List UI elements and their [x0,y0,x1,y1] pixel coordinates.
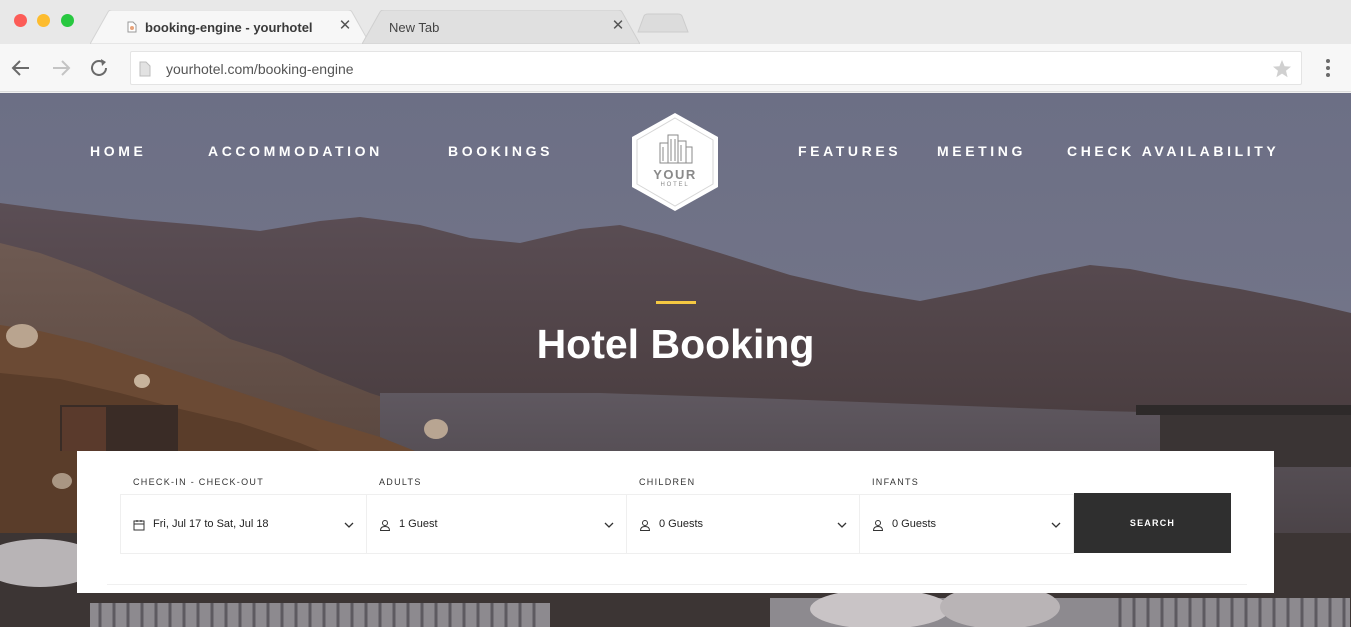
infants-label: INFANTS [872,477,920,487]
page-favicon-icon [127,21,137,33]
tab-title: New Tab [389,20,440,35]
date-range-value: Fri, Jul 17 to Sat, Jul 18 [153,518,269,530]
browser-tab-bar: booking-engine - yourhotel ✕ New Tab ✕ [0,0,1351,44]
booking-form: CHECK-IN - CHECK-OUT ADULTS CHILDREN INF… [77,451,1274,593]
dates-label: CHECK-IN - CHECK-OUT [133,477,264,487]
browser-toolbar: yourhotel.com/booking-engine [0,44,1351,92]
window-minimize-button[interactable] [37,14,50,27]
children-select[interactable]: 0 Guests [627,494,860,554]
hero-section: HOME ACCOMMODATION BOOKINGS YOUR HOTEL F… [0,93,1351,627]
hexagon-logo-icon [632,113,718,211]
new-tab-button[interactable] [634,10,690,44]
close-icon[interactable]: ✕ [610,17,626,34]
children-value: 0 Guests [659,518,704,530]
nav-link-accommodation[interactable]: ACCOMMODATION [208,143,383,159]
url-text: yourhotel.com/booking-engine [166,61,354,77]
page-icon [139,61,151,77]
kebab-menu-icon[interactable] [1318,56,1338,80]
hotel-logo[interactable]: YOUR HOTEL [630,111,720,213]
chevron-down-icon [1051,522,1061,528]
nav-link-bookings[interactable]: BOOKINGS [448,143,553,159]
search-button[interactable]: SEARCH [1074,493,1231,553]
reload-icon[interactable] [87,56,111,80]
panel-divider [107,584,1247,585]
star-icon[interactable] [1271,58,1293,80]
arrow-right-icon[interactable] [49,56,73,80]
browser-tab-new[interactable]: New Tab ✕ [362,10,640,44]
calendar-icon [133,520,145,531]
title-accent-line [656,301,696,304]
infants-select[interactable]: 0 Guests [860,494,1074,554]
close-icon[interactable]: ✕ [337,17,353,34]
logo-text-your: YOUR [653,167,697,182]
nav-link-meeting[interactable]: MEETING [937,143,1026,159]
window-zoom-button[interactable] [61,14,74,27]
window-close-button[interactable] [14,14,27,27]
adults-select[interactable]: 1 Guest [367,494,627,554]
adults-value: 1 Guest [399,518,438,530]
tab-title: booking-engine - yourhotel [145,20,313,35]
infants-value: 0 Guests [892,518,937,530]
arrow-left-icon[interactable] [9,56,33,80]
nav-link-home[interactable]: HOME [90,143,146,159]
adults-label: ADULTS [379,477,422,487]
nav-link-features[interactable]: FEATURES [798,143,901,159]
user-icon [379,520,391,531]
logo-text-hotel: HOTEL [660,182,690,188]
chevron-down-icon [344,522,354,528]
page-title: Hotel Booking [536,321,815,367]
nav-link-check-availability[interactable]: CHECK AVAILABILITY [1067,143,1279,159]
children-label: CHILDREN [639,477,696,487]
chevron-down-icon [837,522,847,528]
chevron-down-icon [604,522,614,528]
user-icon [639,520,651,531]
address-bar[interactable]: yourhotel.com/booking-engine [130,51,1302,85]
browser-tab-active[interactable]: booking-engine - yourhotel ✕ [90,10,370,44]
date-range-select[interactable]: Fri, Jul 17 to Sat, Jul 18 [120,494,367,554]
user-icon [872,520,884,531]
